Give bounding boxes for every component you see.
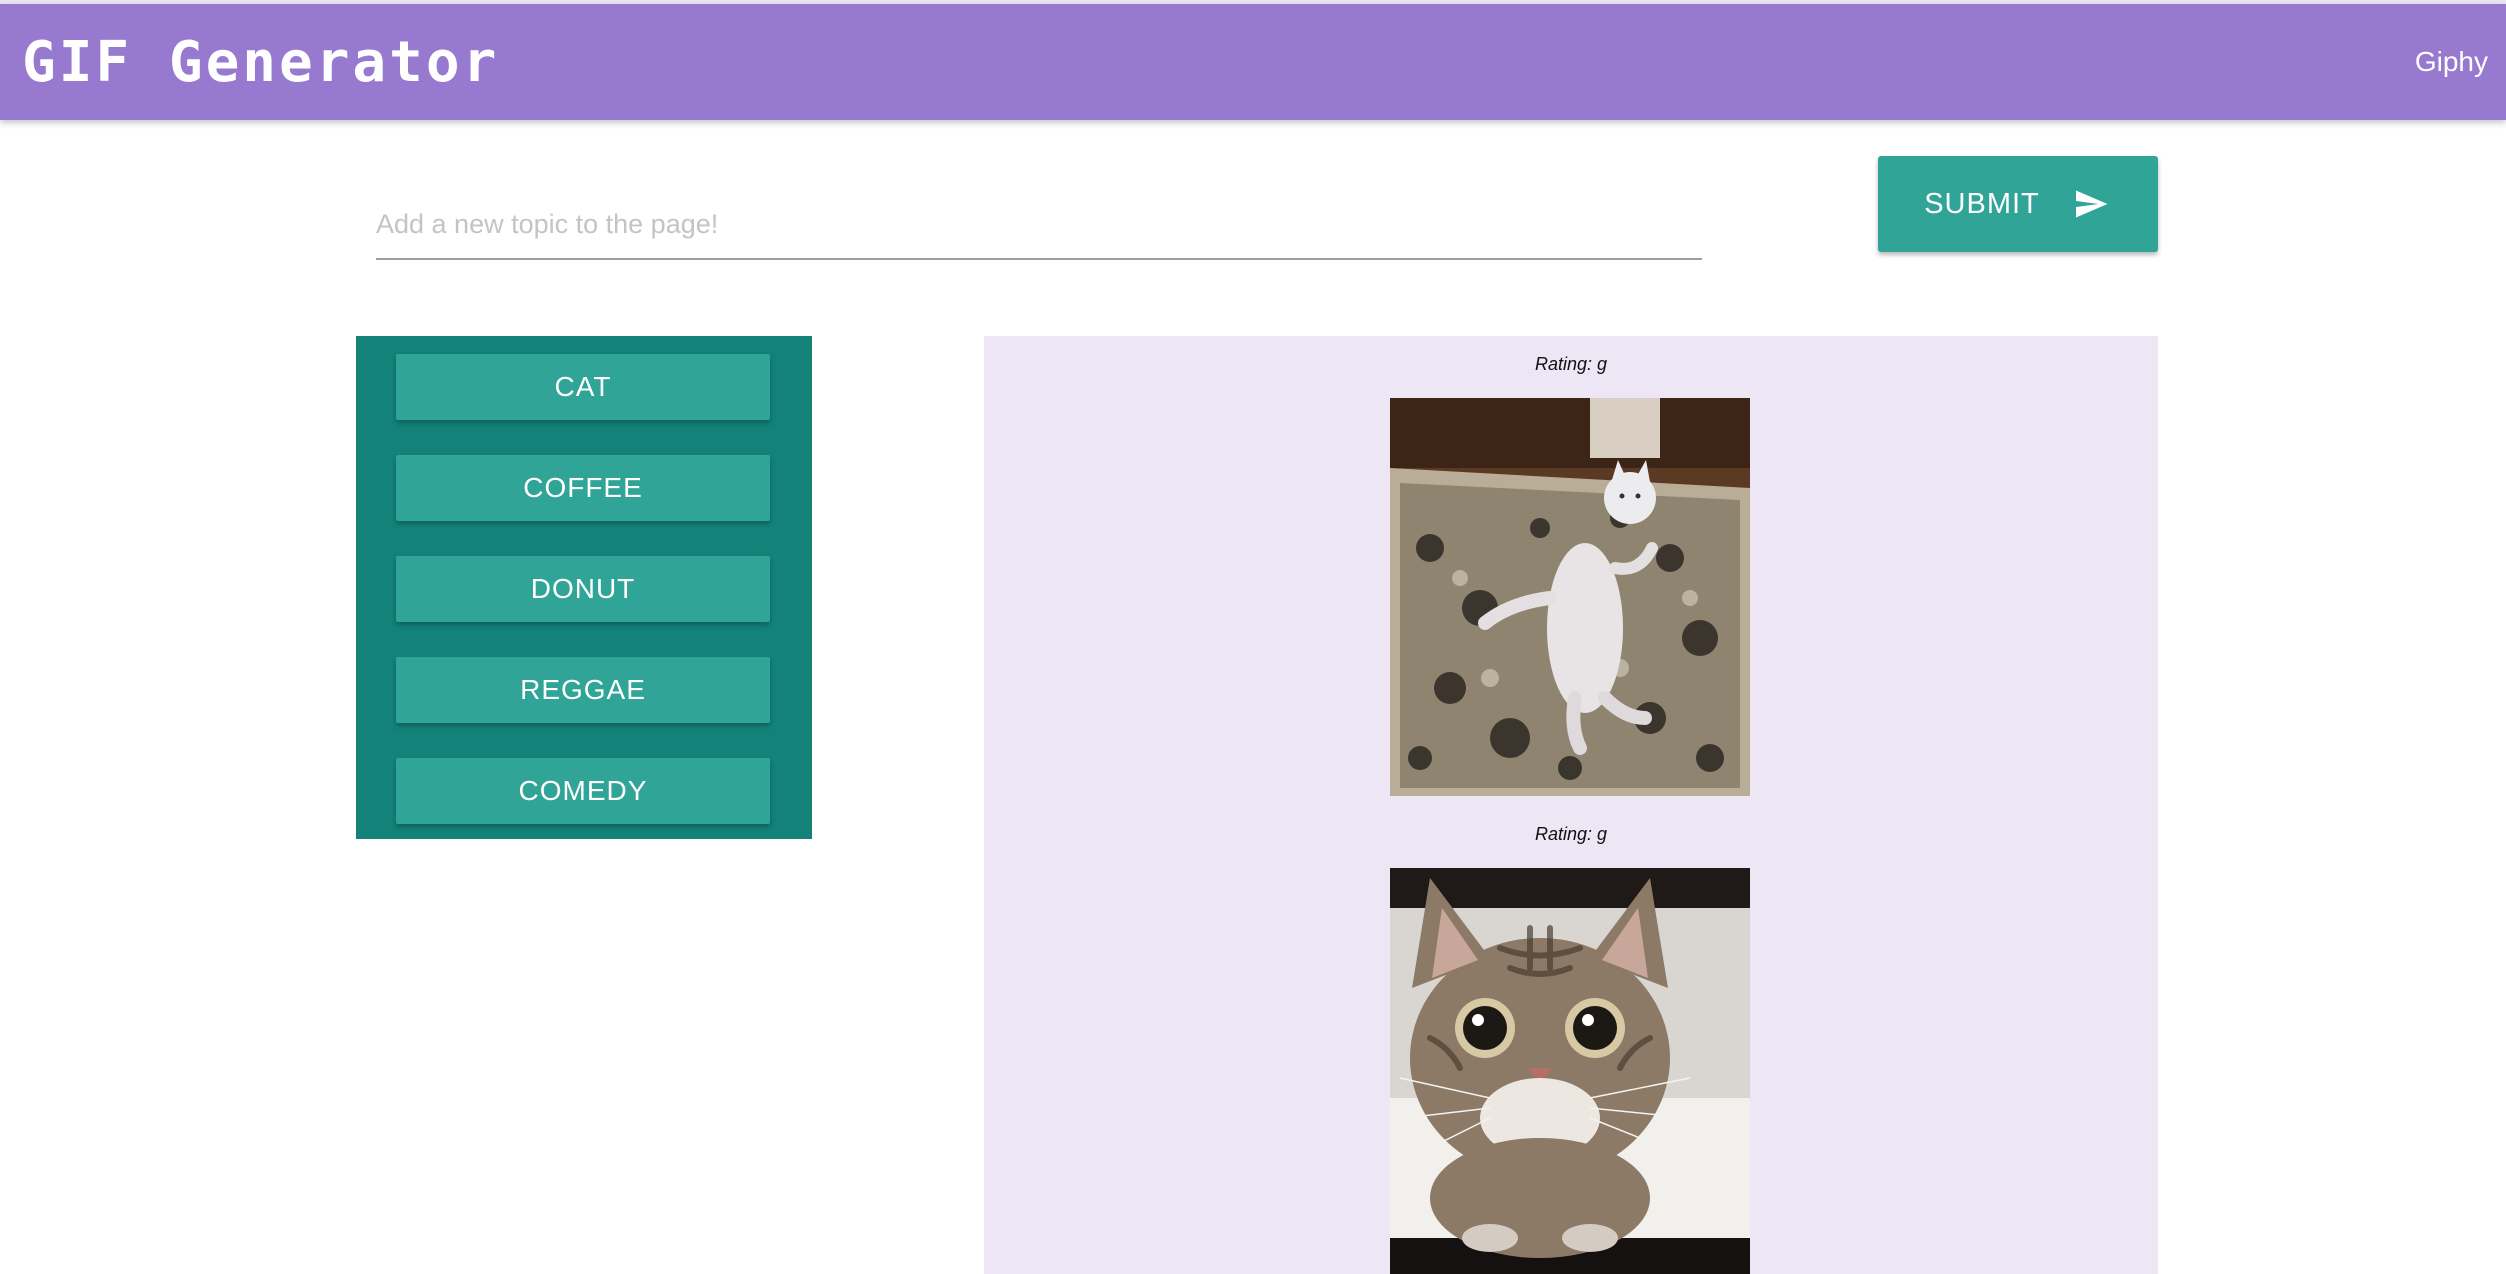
gif-image-tabby-cat[interactable] [1390,868,1750,1274]
topic-button-cat[interactable]: CAT [396,354,770,420]
send-icon [2075,190,2108,218]
submit-button[interactable]: SUBMIT [1878,156,2158,252]
submit-label: SUBMIT [1924,187,2040,220]
topic-button-donut[interactable]: DONUT [396,556,770,622]
topic-button-comedy[interactable]: COMEDY [396,758,770,824]
topics-panel: CAT COFFEE DONUT REGGAE COMEDY [356,336,812,839]
gif-image-standing-cat[interactable] [1390,398,1750,796]
topic-button-coffee[interactable]: COFFEE [396,455,770,521]
gif-rating: Rating: g [1534,354,1608,374]
navbar: GIF Generator Giphy [0,4,2506,120]
gif-results-panel: Rating: g Rating: g [984,336,2158,1274]
brand-logo[interactable]: GIF Generator [22,30,499,96]
topic-input[interactable] [376,190,1702,260]
topic-button-reggae[interactable]: REGGAE [396,657,770,723]
giphy-link[interactable]: Giphy [2415,44,2488,80]
gif-rating: Rating: g [1534,824,1608,844]
